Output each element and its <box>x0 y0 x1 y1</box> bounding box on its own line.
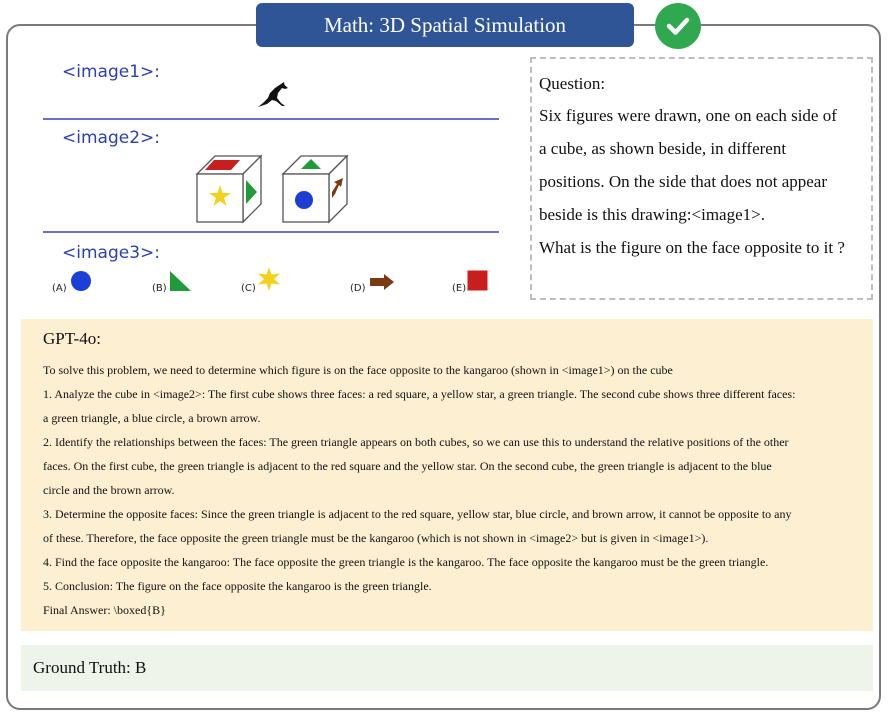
question-title: Question: <box>539 74 606 93</box>
brown-arrow-icon <box>370 274 394 290</box>
question-line: What is the figure on the face opposite … <box>539 238 845 257</box>
kangaroo-icon <box>258 82 288 107</box>
green-triangle-icon <box>170 271 191 291</box>
question-line: Six figures were drawn, one on each side… <box>539 106 837 125</box>
answer-line: circle and the brown arrow. <box>43 483 175 497</box>
page-title: Math: 3D Spatial Simulation <box>256 3 634 47</box>
question-line: a cube, as shown beside, in different <box>539 139 787 158</box>
option-d-label: (D) <box>350 283 366 294</box>
model-answer-box: GPT-4o: To solve this problem, we need t… <box>21 319 873 631</box>
answer-line: 4. Find the face opposite the kangaroo: … <box>43 555 769 569</box>
image1-label: <image1>: <box>62 62 160 82</box>
answer-line: 1. Analyze the cube in <image2>: The fir… <box>43 387 796 401</box>
answer-line: faces. On the first cube, the green tria… <box>43 459 772 473</box>
red-square-icon <box>467 270 488 291</box>
image3-label: <image3>: <box>62 243 160 263</box>
option-b-label: (B) <box>152 283 167 294</box>
question-box: Question: Six figures were drawn, one on… <box>530 57 873 300</box>
divider <box>43 231 499 233</box>
cube-1-icon <box>195 154 263 224</box>
option-a-label: (A) <box>52 283 67 294</box>
final-answer: Final Answer: \boxed{B} <box>43 603 166 617</box>
blue-circle-icon <box>71 271 91 291</box>
check-circle-icon <box>655 3 701 49</box>
option-e-label: (E) <box>452 283 467 294</box>
question-line: beside is this drawing:<image1>. <box>539 205 765 224</box>
model-name: GPT-4o: <box>43 329 101 348</box>
cube-2-icon <box>281 154 349 224</box>
answer-line: 5. Conclusion: The figure on the face op… <box>43 579 432 593</box>
answer-line: of these. Therefore, the face opposite t… <box>43 531 709 545</box>
option-c-label: (C) <box>241 283 256 294</box>
answer-line: 3. Determine the opposite faces: Since t… <box>43 507 792 521</box>
answer-line: To solve this problem, we need to determ… <box>43 363 673 377</box>
image2-label: <image2>: <box>62 128 160 148</box>
question-line: positions. On the side that does not app… <box>539 172 828 191</box>
divider <box>43 118 499 120</box>
answer-line: 2. Identify the relationships between th… <box>43 435 789 449</box>
ground-truth: Ground Truth: B <box>21 645 873 691</box>
yellow-star-icon <box>258 267 280 291</box>
answer-line: a green triangle, a blue circle, a brown… <box>43 411 261 425</box>
